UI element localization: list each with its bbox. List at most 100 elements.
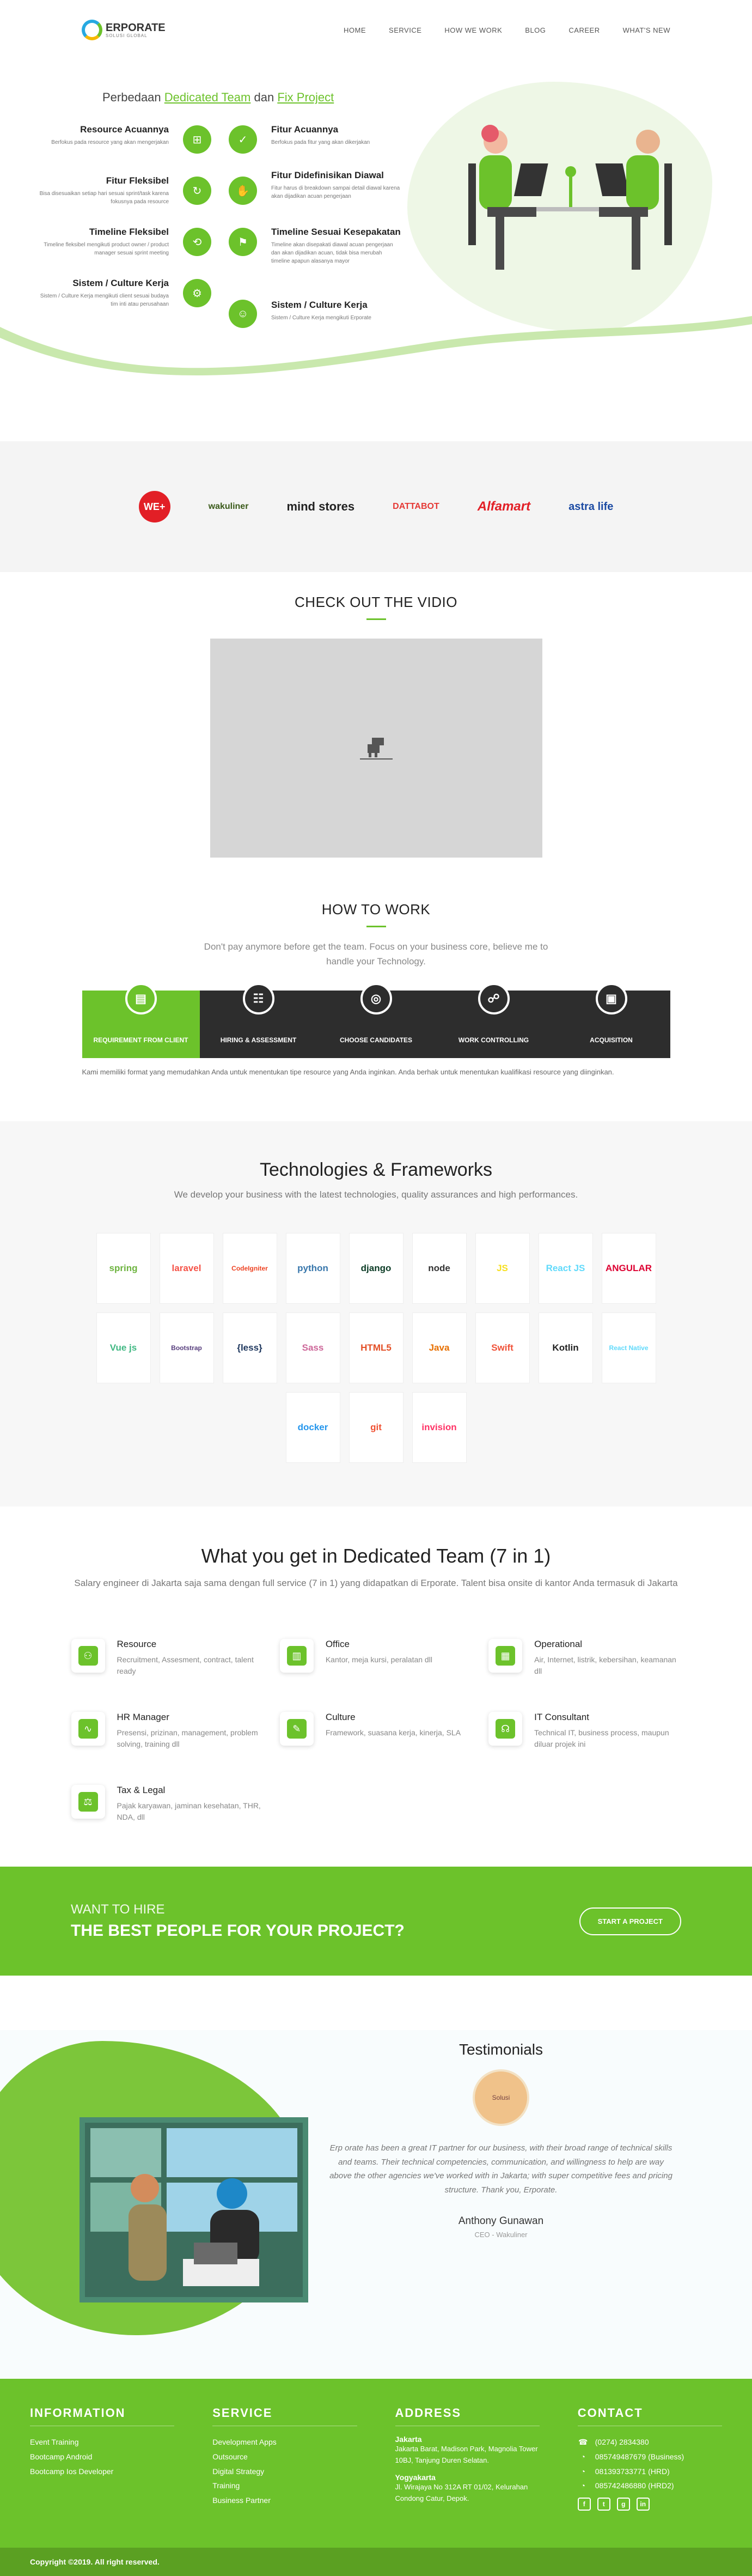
hero-comparison: Perbedaan Dedicated Team dan Fix Project…: [0, 60, 752, 381]
benefit-operational: ▦ Operational Air, Internet, listrik, keb…: [488, 1639, 681, 1677]
footer-link[interactable]: Outsource: [212, 2450, 357, 2464]
tech-card: spring: [96, 1232, 151, 1304]
step-choose[interactable]: ◎ CHOOSE CANDIDATES: [317, 983, 435, 1059]
whatsapp-icon: ◔: [580, 2452, 585, 2461]
tech-logo: ANGULAR: [606, 1262, 652, 1273]
fix-project-link[interactable]: Fix Project: [277, 90, 334, 104]
testimonial-card: Testimonials Solusi Erp orate has been a…: [327, 2041, 675, 2239]
feature-target-icon: ✓: [229, 125, 257, 154]
flexible-feature-icon: ↻: [183, 177, 211, 205]
defined-feature-icon: ✋: [229, 177, 257, 205]
logo[interactable]: ERPORATE SOLUSI GLOBAL: [82, 20, 166, 40]
tech-card: JS: [475, 1232, 530, 1304]
start-project-button[interactable]: START A PROJECT: [579, 1907, 681, 1935]
hero-wave-divider: [0, 316, 752, 381]
tech-logo: Swift: [491, 1342, 513, 1353]
contact-whatsapp[interactable]: ◔ 085742486880 (HRD2): [578, 2478, 722, 2493]
tech-card: git: [349, 1392, 403, 1463]
linkedin-icon[interactable]: in: [636, 2497, 650, 2511]
nav-career[interactable]: CAREER: [568, 26, 600, 34]
footer-information: INFORMATION Event Training Bootcamp Andr…: [30, 2406, 175, 2548]
timeline-icon: ⟲: [183, 228, 211, 256]
tech-card: HTML5: [349, 1312, 403, 1383]
testimonial-quote: Erp orate has been a great IT partner fo…: [329, 2143, 672, 2195]
contact-whatsapp[interactable]: ◔ 081393733771 (HRD): [578, 2464, 722, 2479]
tech-logo: Vue js: [109, 1342, 137, 1353]
tech-card: invision: [412, 1392, 467, 1463]
footer-link[interactable]: Event Training: [30, 2435, 174, 2450]
dedicated-team-link[interactable]: Dedicated Team: [164, 90, 251, 104]
title-underline: [366, 618, 386, 620]
offline-dino-icon: [359, 738, 393, 760]
deal-timeline-icon: ⚑: [229, 228, 257, 256]
footer-link[interactable]: Bootcamp Android: [30, 2450, 174, 2464]
nav-home[interactable]: HOME: [344, 26, 366, 34]
tech-card: Swift: [475, 1312, 530, 1383]
nav-blog[interactable]: BLOG: [525, 26, 546, 34]
step-hiring[interactable]: ☷ HIRING & ASSESSMENT: [199, 983, 317, 1059]
tech-card: ANGULAR: [601, 1232, 656, 1304]
client-logo: astra life: [568, 500, 614, 513]
tech-card: python: [285, 1232, 340, 1304]
feature-right-1: Fitur Acuannya Berfokus pada fitur yang a…: [271, 124, 370, 145]
acquisition-icon: ▣: [595, 983, 627, 1015]
footer-service: SERVICE Development Apps Outsource Digit…: [212, 2406, 357, 2548]
nav-whats-new[interactable]: WHAT'S NEW: [623, 26, 670, 34]
benefit-hr-manager: ∿ HR Manager Presensi, prizinan, manageme…: [71, 1712, 264, 1750]
how-title: HOW TO WORK: [321, 901, 431, 918]
tech-logo: laravel: [172, 1262, 201, 1273]
footer-link[interactable]: Bootcamp Ios Developer: [30, 2464, 174, 2479]
dedicated-title: What you get in Dedicated Team (7 in 1): [201, 1544, 551, 1567]
tech-subtitle: We develop your business with the latest…: [174, 1189, 578, 1200]
people-control-icon: ☍: [478, 983, 510, 1015]
tech-card: node: [412, 1232, 467, 1304]
clipboard-icon: ▤: [125, 983, 157, 1015]
tech-card: docker: [285, 1392, 340, 1463]
tech-logo: Java: [429, 1342, 450, 1353]
tech-card: React Native: [601, 1312, 656, 1383]
contact-whatsapp[interactable]: ◔ 085749487679 (Business): [578, 2450, 722, 2464]
nav-service[interactable]: SERVICE: [389, 26, 421, 34]
nav-how-we-work[interactable]: HOW WE WORK: [444, 26, 502, 34]
hire-cta-banner: WANT TO HIRE THE BEST PEOPLE FOR YOUR PR…: [0, 1867, 752, 1976]
team-icon: ☷: [242, 983, 274, 1015]
office-icon: ▥: [286, 1646, 307, 1666]
video-player[interactable]: [210, 639, 542, 858]
tech-card: django: [349, 1232, 403, 1304]
tech-logo: CodeIgniter: [231, 1264, 268, 1272]
tech-card: Vue js: [96, 1312, 151, 1383]
google-plus-icon[interactable]: g: [616, 2497, 630, 2511]
feature-left-2: Fitur Fleksibel Bisa disesuaikan setiap h…: [39, 175, 169, 205]
step-controlling[interactable]: ☍ WORK CONTROLLING: [435, 983, 553, 1059]
technologies-section: Technologies & Frameworks We develop you…: [0, 1121, 752, 1506]
testimonial-name: Anthony Gunawan: [458, 2215, 544, 2227]
tech-logo: React JS: [546, 1262, 585, 1273]
how-to-work-section: HOW TO WORK Don't pay anymore before get…: [0, 901, 752, 1078]
feature-left-3: Timeline Fleksibel Timeline fleksibel men…: [44, 227, 169, 256]
dedicated-team-section: What you get in Dedicated Team (7 in 1) …: [0, 1506, 752, 1867]
how-subtitle: Don't pay anymore before get the team. F…: [204, 941, 548, 967]
benefit-it-consultant: ☊ IT Consultant Technical IT, business pr…: [488, 1712, 681, 1750]
contact-phone[interactable]: ☎ (0274) 2834380: [578, 2435, 722, 2450]
resource-icon: ⊞: [183, 125, 211, 154]
resource-icon: ⚇: [78, 1646, 98, 1666]
tech-title: Technologies & Frameworks: [259, 1159, 493, 1180]
tech-logo: HTML5: [360, 1342, 392, 1353]
footer-link[interactable]: Training: [212, 2478, 357, 2493]
feature-left-1: Resource Acuannya Berfokus pada resource …: [51, 124, 169, 145]
step-acquisition[interactable]: ▣ ACQUISITION: [552, 983, 670, 1059]
avatar: Solusi: [473, 2069, 529, 2127]
dedicated-subtitle: Salary engineer di Jakarta saja sama den…: [74, 1577, 678, 1588]
whatsapp-icon: ◔: [580, 2466, 585, 2476]
tech-card: {less}: [222, 1312, 277, 1383]
twitter-icon[interactable]: t: [597, 2497, 610, 2511]
footer-link[interactable]: Digital Strategy: [212, 2464, 357, 2479]
tech-card: laravel: [159, 1232, 214, 1304]
step-requirement[interactable]: ▤ REQUIREMENT FROM CLIENT: [82, 983, 200, 1059]
testimonial-role: CEO - Wakuliner: [474, 2231, 528, 2239]
logo-mark-icon: [82, 20, 102, 40]
facebook-icon[interactable]: f: [577, 2497, 591, 2511]
footer-link[interactable]: Business Partner: [212, 2493, 357, 2508]
footer-link[interactable]: Development Apps: [212, 2435, 357, 2450]
footer-address: ADDRESS Jakarta Jakarta Barat, Madison P…: [395, 2406, 540, 2548]
